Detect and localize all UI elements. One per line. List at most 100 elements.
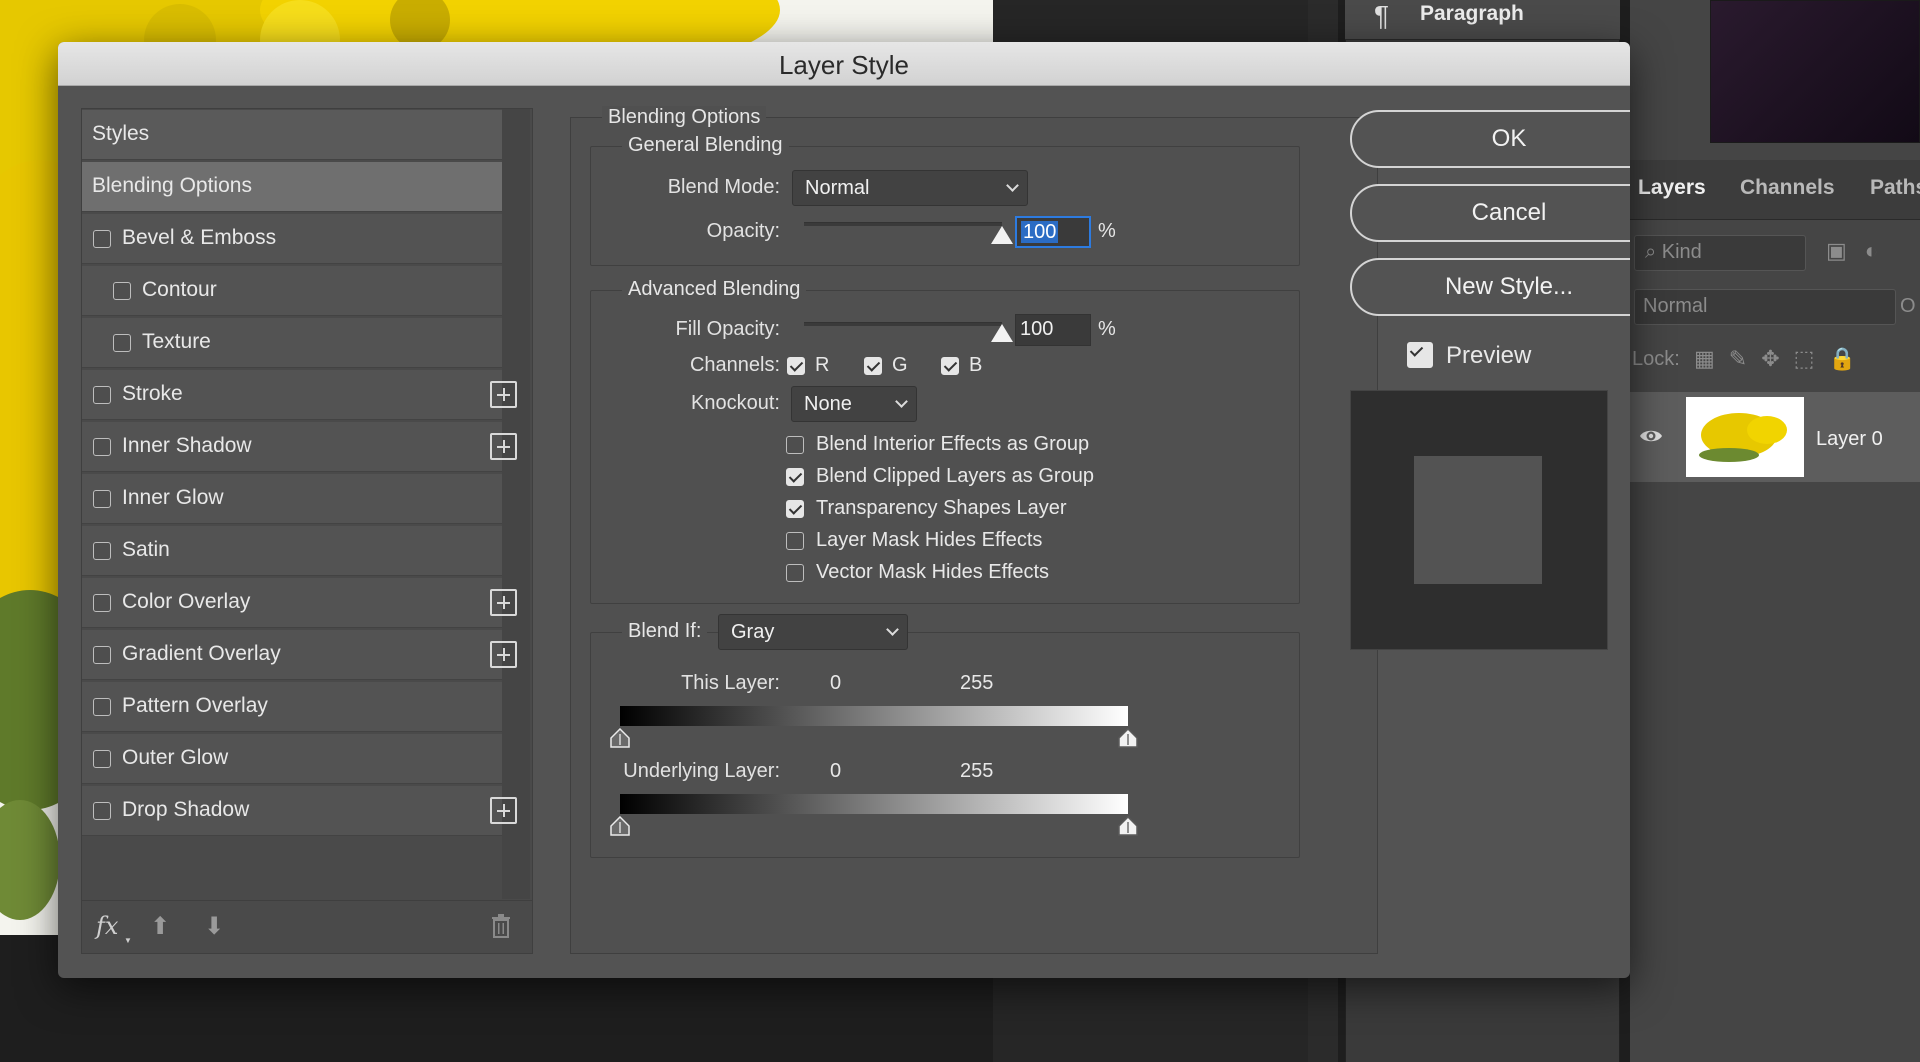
add-stroke-icon[interactable] [490,381,517,408]
inner-glow-checkbox[interactable] [93,490,111,508]
filter-kind-select[interactable]: ⌕ Kind [1634,235,1806,271]
fx-icon[interactable]: fx [96,912,118,940]
opacity-value: 100 [1021,221,1059,243]
channel-r-label: R [815,354,830,376]
blend-clipped-layers-checkbox[interactable] [786,468,804,486]
inner-glow-item[interactable]: Inner Glow [82,474,502,524]
satin-checkbox[interactable] [93,542,111,560]
channel-b-checkbox[interactable] [941,357,959,375]
color-overlay-item[interactable]: Color Overlay [82,578,517,628]
tab-layers[interactable]: Layers [1638,176,1706,200]
inner-shadow-item[interactable]: Inner Shadow [82,422,517,472]
blend-if-value: Gray [731,621,775,643]
transparency-shapes-checkbox[interactable] [786,500,804,518]
underlying-layer-gradient [620,794,1128,814]
styles-list-scrollbar[interactable] [502,109,530,899]
new-style-button[interactable]: New Style... [1350,258,1630,316]
blend-if-group [590,632,1300,858]
move-down-icon[interactable]: ⬇ [204,912,224,941]
channel-g-checkbox[interactable] [864,357,882,375]
cancel-button[interactable]: Cancel [1350,184,1630,242]
stroke-checkbox[interactable] [93,386,111,404]
opacity-slider-thumb[interactable] [991,226,1013,244]
knockout-label: Knockout: [691,392,780,414]
texture-label: Texture [142,330,211,353]
channels-label: Channels: [689,354,780,376]
add-drop-shadow-icon[interactable] [490,797,517,824]
channel-r-checkbox[interactable] [787,357,805,375]
navigator-preview [1710,0,1920,143]
inner-shadow-checkbox[interactable] [93,438,111,456]
layer-blend-mode-select[interactable]: Normal [1634,289,1896,325]
drop-shadow-checkbox[interactable] [93,802,111,820]
add-inner-shadow-icon[interactable] [490,433,517,460]
chevron-down-icon [1006,179,1019,192]
knockout-select[interactable]: None [791,386,917,422]
drop-shadow-item[interactable]: Drop Shadow [82,786,517,836]
blending-options-item[interactable]: Blending Options [82,162,502,212]
layer-style-dialog: Layer Style Styles Blending Options Beve… [58,42,1630,978]
outer-glow-label: Outer Glow [122,746,229,769]
color-overlay-label: Color Overlay [122,590,251,613]
satin-label: Satin [122,538,170,561]
dialog-titlebar[interactable]: Layer Style [58,42,1630,86]
this-layer-high-value: 255 [960,672,994,694]
move-up-icon[interactable]: ⬆ [150,912,170,941]
contour-item[interactable]: Contour [82,266,502,316]
gradient-overlay-checkbox[interactable] [93,646,111,664]
vector-mask-hides-checkbox[interactable] [786,564,804,582]
blend-if-select[interactable]: Gray [718,614,908,650]
advanced-blending-title: Advanced Blending [622,278,807,301]
fx-menu-arrow-icon: ▼ [124,936,132,945]
filter-icons[interactable]: ▣◐ [1826,238,1896,264]
underlying-white-slider-icon[interactable] [1117,816,1139,836]
texture-item[interactable]: Texture [82,318,502,368]
blend-interior-effects-label: Blend Interior Effects as Group [816,433,1090,455]
preview-checkbox[interactable] [1407,342,1433,368]
add-gradient-overlay-icon[interactable] [490,641,517,668]
contour-checkbox[interactable] [113,282,131,300]
paragraph-icon: ¶ [1374,0,1390,31]
add-color-overlay-icon[interactable] [490,589,517,616]
tab-paths[interactable]: Paths [1870,176,1920,200]
pattern-overlay-checkbox[interactable] [93,698,111,716]
tab-channels[interactable]: Channels [1740,176,1835,200]
underlying-high-value: 255 [960,760,994,782]
fill-opacity-input[interactable]: 100 [1015,314,1091,346]
pattern-overlay-item[interactable]: Pattern Overlay [82,682,502,732]
bevel-emboss-item[interactable]: Bevel & Emboss [82,214,502,264]
texture-checkbox[interactable] [113,334,131,352]
opacity-slider[interactable] [804,222,1002,226]
layer-thumbnail[interactable] [1686,397,1804,477]
eye-icon[interactable] [1639,424,1663,448]
satin-item[interactable]: Satin [82,526,502,576]
stroke-label: Stroke [122,382,183,405]
fill-opacity-slider[interactable] [804,322,1002,326]
bevel-emboss-checkbox[interactable] [93,230,111,248]
blend-interior-effects-checkbox[interactable] [786,436,804,454]
blend-clipped-layers-label: Blend Clipped Layers as Group [816,465,1094,487]
underlying-black-slider-icon[interactable] [609,816,631,836]
outer-glow-checkbox[interactable] [93,750,111,768]
stroke-item[interactable]: Stroke [82,370,517,420]
this-layer-black-slider-icon[interactable] [609,728,631,748]
layer-mask-hides-checkbox[interactable] [786,532,804,550]
fill-opacity-slider-thumb[interactable] [991,324,1013,342]
preview-label: Preview [1446,342,1532,369]
gradient-overlay-item[interactable]: Gradient Overlay [82,630,517,680]
trash-icon[interactable] [490,914,512,938]
blend-mode-select[interactable]: Normal [792,170,1028,206]
pattern-overlay-label: Pattern Overlay [122,694,268,717]
lock-label: Lock: [1632,348,1680,370]
this-layer-white-slider-icon[interactable] [1117,728,1139,748]
ok-button[interactable]: OK [1350,110,1630,168]
outer-glow-item[interactable]: Outer Glow [82,734,502,784]
styles-item[interactable]: Styles [82,110,502,160]
lock-icons[interactable]: ▦✎✥⬚🔒 [1694,346,1870,372]
layer-name[interactable]: Layer 0 [1816,428,1883,451]
color-overlay-checkbox[interactable] [93,594,111,612]
paragraph-panel-label[interactable]: Paragraph [1420,2,1524,26]
vector-mask-hides-label: Vector Mask Hides Effects [816,561,1050,583]
styles-item-label: Styles [92,122,150,145]
opacity-input[interactable]: 100 [1015,216,1091,248]
